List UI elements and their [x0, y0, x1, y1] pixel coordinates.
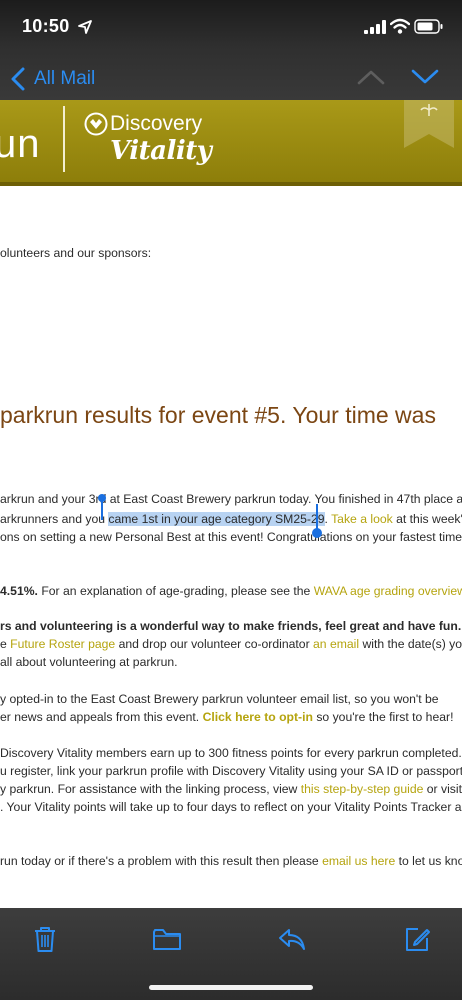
bookmark-ribbon-icon	[404, 100, 454, 148]
volunteer-line-2-start: e	[0, 637, 11, 651]
age-grade-text: For an explanation of age-grading, pleas…	[37, 584, 314, 598]
optin-line-1: y opted-in to the East Coast Brewery par…	[0, 692, 439, 706]
take-a-look-link[interactable]: Take a look	[331, 512, 393, 526]
results-heading: parkrun results for event #5. Your time …	[0, 402, 436, 428]
problem-line-end: to let us know	[398, 854, 462, 868]
back-label: All Mail	[34, 68, 96, 89]
vitality-line-1: Discovery Vitality members earn up to 30…	[0, 746, 462, 760]
selection-start-handle[interactable]	[98, 494, 106, 520]
vitality-line-4: . Your Vitality points will take up to f…	[0, 800, 462, 814]
result-line-1: arkrun and your 3rd at East Coast Brewer…	[0, 492, 462, 506]
location-arrow-icon	[78, 20, 92, 34]
vitality-line-2: u register, link your parkrun profile wi…	[0, 764, 462, 778]
volunteer-bold-text: rs and volunteering is a wonderful way t…	[0, 619, 462, 633]
discovery-logo-icon	[84, 112, 108, 136]
back-to-all-mail-button[interactable]: All Mail	[10, 64, 95, 94]
selection-end-handle[interactable]	[311, 504, 323, 540]
vitality-line-3-end: or visit	[423, 782, 462, 796]
vitality-line-3-start: y parkrun. For assistance with the linki…	[0, 782, 301, 796]
compose-icon[interactable]	[402, 924, 432, 954]
parkrun-logo-text: un	[0, 122, 41, 166]
problem-line: run today or if there's a problem with t…	[0, 852, 462, 870]
volunteer-line-2-end: with the date(s) you'	[359, 637, 462, 651]
reply-icon[interactable]	[277, 924, 307, 954]
result-line-3: ons on setting a new Personal Best at th…	[0, 530, 462, 544]
result-line-2-end: at this week's f	[396, 512, 462, 526]
email-coordinator-link[interactable]: an email	[313, 637, 359, 651]
banner-divider	[63, 106, 65, 172]
step-by-step-guide-link[interactable]: this step-by-step guide	[301, 782, 424, 796]
cellular-signal-icon	[364, 20, 386, 34]
volunteer-line-1: rs and volunteering is a wonderful way t…	[0, 617, 462, 635]
optin-line-2-start: er news and appeals from this event.	[0, 710, 203, 724]
wava-link[interactable]: WAVA age grading overview	[314, 584, 462, 598]
previous-message-chevron-up-icon[interactable]	[356, 66, 386, 88]
email-us-link[interactable]: email us here	[322, 854, 395, 868]
volunteer-line-3: all about volunteering at parkrun.	[0, 655, 178, 669]
age-grade-value: 4.51%.	[0, 584, 38, 598]
next-message-chevron-down-icon[interactable]	[410, 66, 440, 88]
result-line-2-start: arkrunners and you	[0, 512, 109, 526]
age-grade-line: 4.51%. For an explanation of age-grading…	[0, 582, 462, 600]
wifi-icon	[390, 18, 410, 34]
top-chrome: 10:50 All Mail	[0, 0, 462, 104]
optin-line-2: er news and appeals from this event. Cli…	[0, 708, 453, 726]
future-roster-link[interactable]: Future Roster page	[10, 637, 115, 651]
greeting-line: olunteers and our sponsors:	[0, 246, 152, 260]
discovery-logo-text: Discovery	[110, 112, 203, 135]
result-line-2: arkrunners and you came 1st in your age …	[0, 510, 462, 528]
trash-icon[interactable]	[30, 924, 60, 954]
selected-text[interactable]: came 1st in your age category SM25-29	[108, 512, 325, 526]
volunteer-line-2: e Future Roster page and drop our volunt…	[0, 635, 462, 653]
optin-line-2-end: so you're the first to hear!	[312, 710, 454, 724]
home-indicator[interactable]	[149, 985, 313, 990]
email-body: olunteers and our sponsors: parkrun resu…	[0, 188, 462, 908]
problem-line-start: run today or if there's a problem with t…	[0, 854, 323, 868]
email-banner: un Discovery Vitality	[0, 100, 462, 186]
chevron-left-icon	[11, 67, 25, 91]
vitality-line-3: y parkrun. For assistance with the linki…	[0, 780, 462, 798]
vitality-logo-text: Vitality	[110, 136, 212, 166]
opt-in-link[interactable]: Click here to opt-in	[203, 710, 313, 724]
folder-icon[interactable]	[152, 924, 182, 954]
volunteer-line-2-mid: and drop our volunteer co-ordinator	[115, 637, 314, 651]
status-time: 10:50	[22, 16, 70, 36]
battery-icon	[414, 19, 443, 34]
